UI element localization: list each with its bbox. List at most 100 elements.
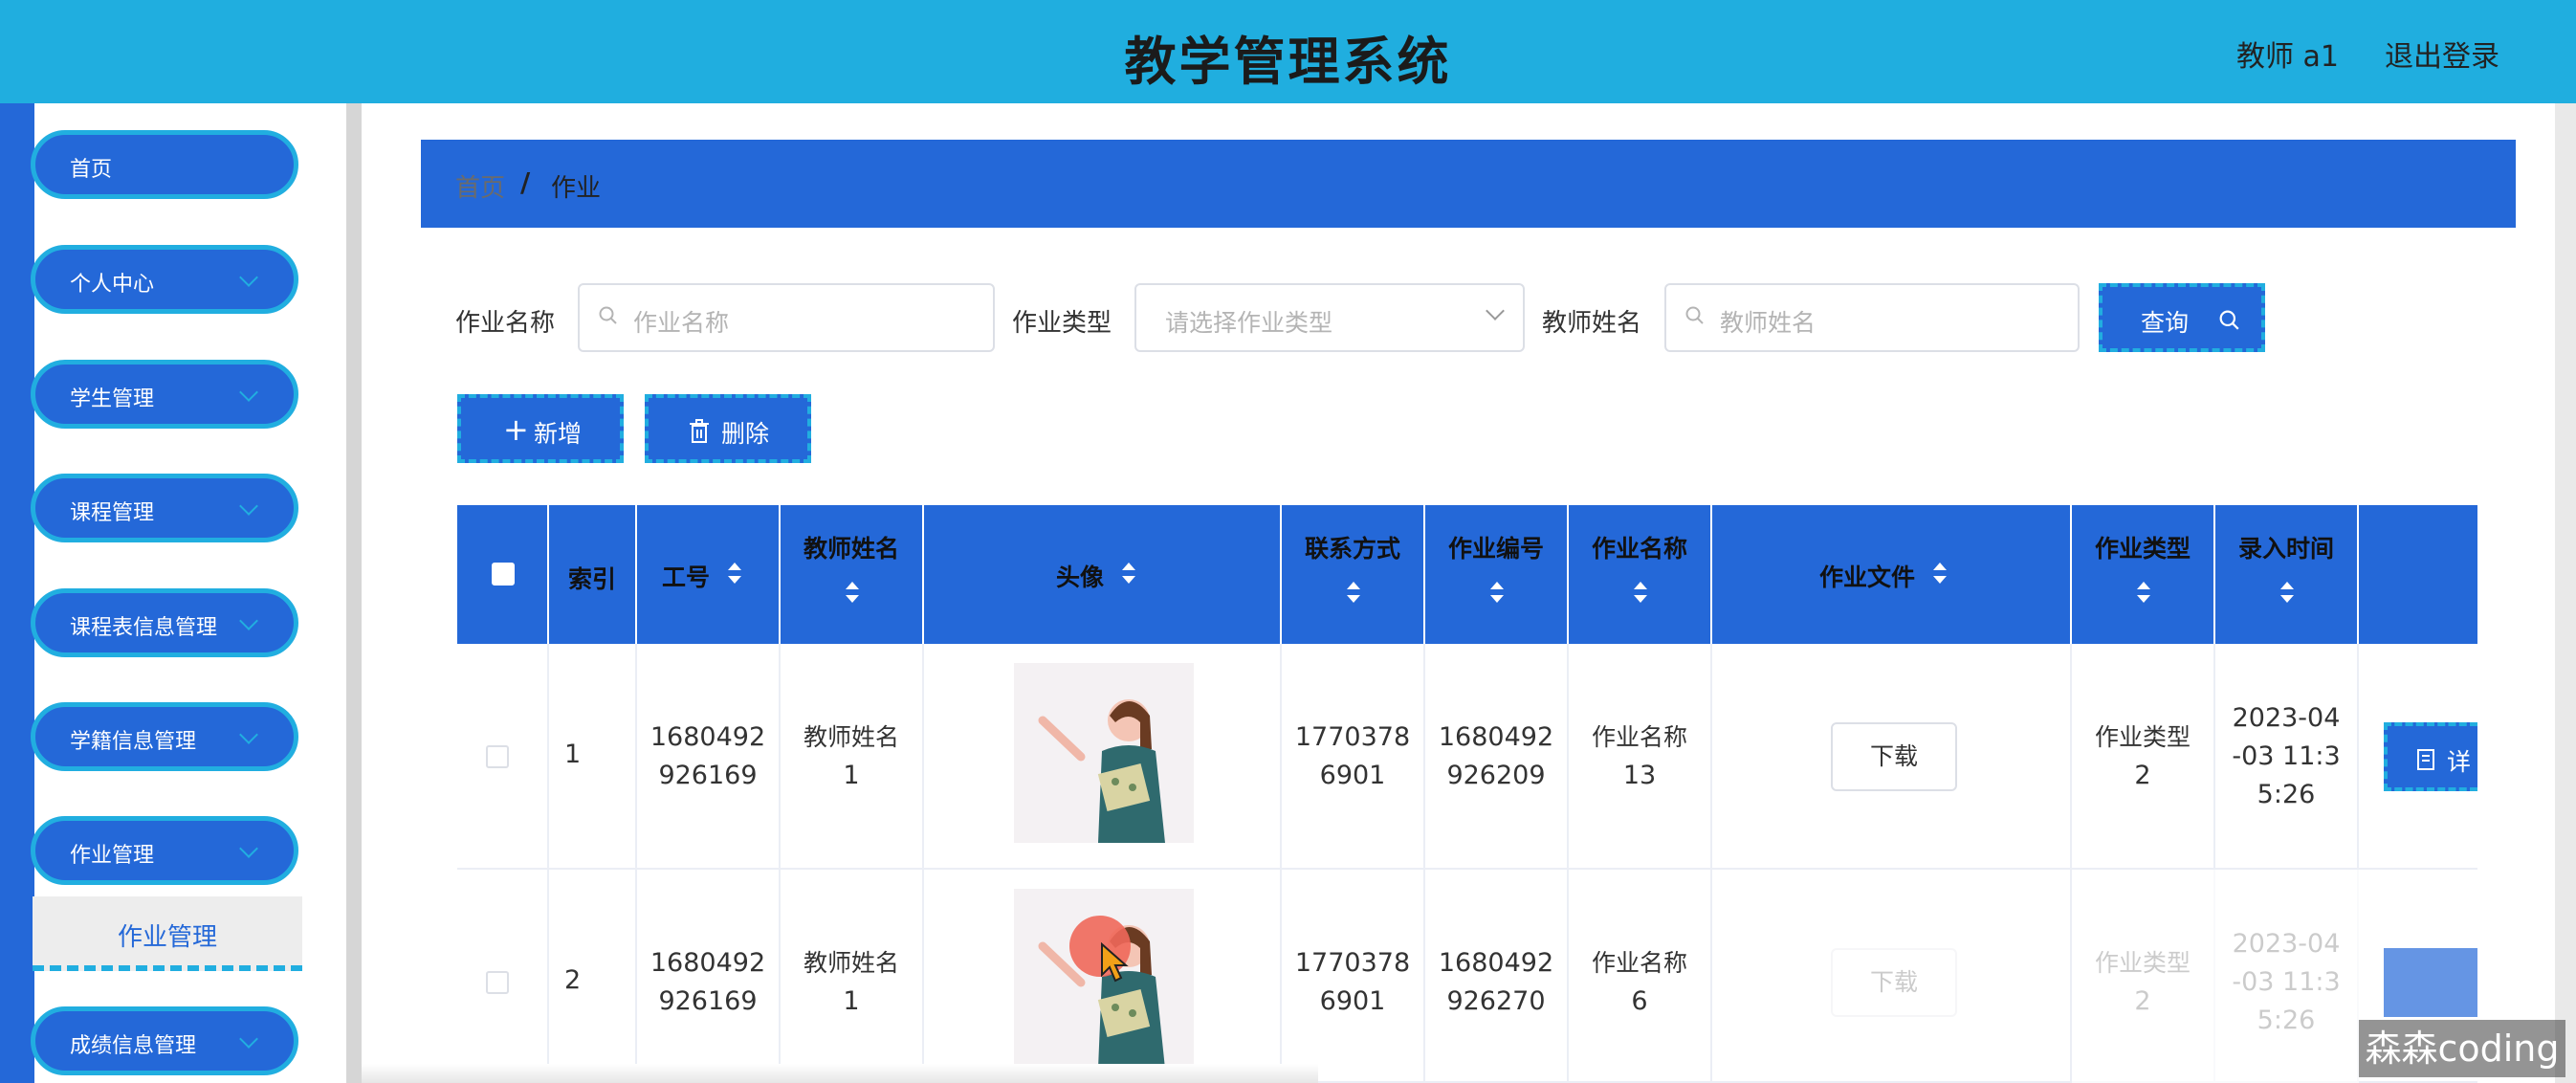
cell-text: 6 [1631, 986, 1648, 1016]
query-button[interactable]: 查询 [2099, 283, 2265, 352]
sidebar-item-label: 个人中心 [70, 273, 155, 297]
logout-link[interactable]: 退出登录 [2385, 33, 2499, 75]
add-button-label: 新增 [534, 420, 583, 448]
detail-button[interactable]: 详 [2384, 722, 2477, 791]
th-avatar[interactable]: 头像 [924, 505, 1282, 644]
sidebar-item-enrollment-mgmt[interactable]: 学籍信息管理 [31, 702, 298, 771]
sidebar-item-course-mgmt[interactable]: 课程管理 [31, 474, 298, 542]
cell-actions: 详 [2359, 644, 2477, 870]
sort-icon [1122, 563, 1135, 584]
cell-text: 926169 [658, 986, 758, 1016]
sidebar-item-grades-mgmt[interactable]: 成绩信息管理 [31, 1006, 298, 1075]
th-work-no[interactable]: 工号 [637, 505, 781, 644]
sidebar-item-student-mgmt[interactable]: 学生管理 [31, 360, 298, 429]
sort-icon [1634, 582, 1647, 603]
sidebar-subitem-label: 作业管理 [117, 923, 217, 952]
chevron-down-icon [239, 839, 258, 858]
trash-icon [690, 419, 709, 443]
cell-text: 2 [2134, 761, 2151, 790]
breadcrumb-home[interactable]: 首页 [455, 168, 505, 204]
th-teacher-name[interactable]: 教师姓名 [781, 505, 924, 644]
th-work-no-label: 工号 [662, 564, 711, 591]
page-scrollbar[interactable] [2555, 103, 2576, 1083]
teacher-name-input[interactable]: 教师姓名 [1664, 283, 2080, 352]
sidebar-item-personal-center[interactable]: 个人中心 [31, 245, 298, 314]
sidebar-accent-bar [0, 103, 34, 1083]
th-entry-time[interactable]: 录入时间 [2215, 505, 2359, 644]
cell-homework-no: 1680492 926209 [1425, 644, 1569, 870]
plus-icon: + [503, 411, 529, 448]
chevron-down-icon [239, 268, 258, 287]
sidebar-item-schedule-mgmt[interactable]: 课程表信息管理 [31, 588, 298, 657]
sidebar-subitem-homework-mgmt[interactable]: 作业管理 [33, 896, 302, 971]
th-homework-type[interactable]: 作业类型 [2072, 505, 2215, 644]
avatar-image [1014, 889, 1194, 1069]
delete-button-label: 删除 [721, 420, 770, 448]
cell-work-no: 1680492 926169 [637, 870, 781, 1083]
th-homework-name-label: 作业名称 [1591, 535, 1687, 563]
app-title: 教学管理系统 [1124, 32, 1452, 92]
breadcrumb-current: 作业 [551, 174, 602, 203]
cell-index-value: 2 [564, 965, 582, 995]
th-homework-name[interactable]: 作业名称 [1569, 505, 1712, 644]
row-checkbox[interactable] [486, 745, 509, 768]
th-actions [2359, 505, 2477, 644]
delete-button[interactable]: 删除 [645, 394, 811, 463]
cell-text: 2 [2134, 986, 2151, 1016]
homework-name-input[interactable]: 作业名称 [578, 283, 995, 352]
row-checkbox[interactable] [486, 971, 509, 994]
search-icon [2219, 310, 2239, 330]
sort-icon [2137, 582, 2150, 603]
th-homework-type-label: 作业类型 [2094, 535, 2191, 563]
cell-text: 926270 [1446, 986, 1546, 1016]
homework-type-select[interactable]: 请选择作业类型 [1134, 283, 1525, 352]
homework-type-label: 作业类型 [1012, 309, 1112, 338]
th-teacher-name-label: 教师姓名 [803, 535, 899, 563]
add-button[interactable]: + 新增 [457, 394, 624, 463]
query-button-label: 查询 [2141, 309, 2190, 337]
download-button[interactable]: 下载 [1831, 948, 1957, 1017]
breadcrumb: 首页 / 作业 [421, 140, 2516, 228]
th-homework-no[interactable]: 作业编号 [1425, 505, 1569, 644]
breadcrumb-separator: / [520, 166, 531, 198]
detail-button[interactable] [2384, 948, 2477, 1017]
sidebar-item-label: 成绩信息管理 [70, 1034, 197, 1058]
sidebar-item-label: 首页 [70, 158, 113, 182]
top-header: 教学管理系统 教师 a1 退出登录 [0, 0, 2576, 103]
cell-text: 作业类型 [2094, 949, 2191, 977]
sort-icon [1490, 582, 1504, 603]
cell-text: 926169 [658, 761, 758, 790]
cell-index: 2 [549, 870, 637, 1083]
cell-avatar [924, 644, 1282, 870]
select-all-checkbox[interactable] [492, 563, 515, 586]
th-avatar-label: 头像 [1056, 564, 1105, 591]
search-icon [599, 306, 617, 324]
sort-icon [1347, 582, 1360, 603]
homework-name-label: 作业名称 [455, 309, 556, 338]
watermark: 森森coding [2359, 1020, 2565, 1077]
current-user: 教师 a1 [2235, 40, 2339, 74]
cell-index: 1 [549, 644, 637, 870]
download-button[interactable]: 下载 [1831, 722, 1957, 791]
sidebar-item-label: 课程表信息管理 [70, 616, 218, 640]
th-homework-file[interactable]: 作业文件 [1712, 505, 2072, 644]
chevron-down-icon [239, 611, 258, 630]
cell-text: 1680492 [650, 948, 766, 978]
sidebar-item-home[interactable]: 首页 [31, 130, 298, 199]
cell-text: 作业名称 [1591, 949, 1687, 977]
sidebar-item-homework-mgmt[interactable]: 作业管理 [31, 816, 298, 885]
cell-text: 13 [1622, 761, 1657, 790]
cell-text: -03 11:3 [2232, 967, 2341, 997]
sidebar-divider [346, 103, 362, 1083]
chevron-down-icon [239, 497, 258, 516]
th-index: 索引 [549, 505, 637, 644]
cell-text: 1770378 [1294, 722, 1411, 752]
cell-homework-no: 1680492 926270 [1425, 870, 1569, 1083]
cell-index-value: 1 [564, 740, 582, 769]
cell-text: 2023-04 [2232, 929, 2341, 959]
teacher-name-label: 教师姓名 [1542, 309, 1642, 338]
th-contact[interactable]: 联系方式 [1282, 505, 1425, 644]
cell-text: 1 [843, 761, 860, 790]
cell-avatar [924, 870, 1282, 1083]
cell-work-no: 1680492 926169 [637, 644, 781, 870]
